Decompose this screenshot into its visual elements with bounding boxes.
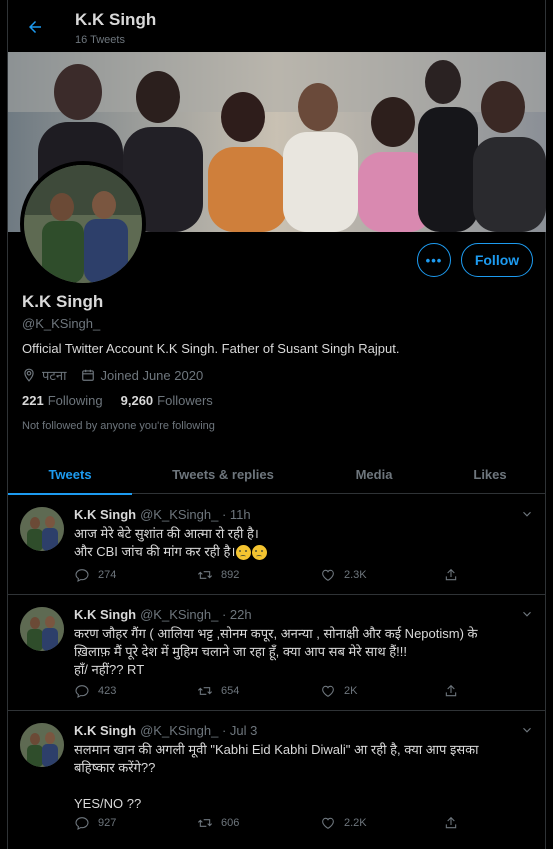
share-icon <box>445 816 457 829</box>
reply-count: 927 <box>98 817 117 829</box>
share-button[interactable] <box>443 683 473 699</box>
heart-icon <box>322 569 334 581</box>
following-link[interactable]: 221 Following <box>22 393 103 408</box>
reply-icon <box>75 817 89 830</box>
tweet-line <box>74 777 529 795</box>
tweet-author[interactable]: K.K Singh <box>74 607 136 622</box>
share-button[interactable] <box>443 815 473 831</box>
tweet-line: आज मेरे बेटे सुशांत की आत्मा रो रही है। <box>74 526 259 541</box>
reply-button[interactable]: 274 <box>74 567 197 583</box>
tweet-author[interactable]: K.K Singh <box>74 507 136 522</box>
tweet-item[interactable]: K.K Singh @K_KSingh_ · 22h करण जौहर गैंग … <box>8 595 546 711</box>
tweet-text: करण जौहर गैंग ( आलिया भट्ट ,सोनम कपूर, अ… <box>74 625 529 679</box>
tab-tweets-replies[interactable]: Tweets & replies <box>132 454 314 494</box>
chevron-down-icon[interactable] <box>520 723 534 737</box>
following-count: 221 <box>22 393 44 408</box>
tweet-line: और CBI जांच की मांग कर रही है। <box>74 543 529 561</box>
heart-icon <box>322 817 334 829</box>
tweet-line: YES/NO ?? <box>74 796 142 811</box>
tweet-header: K.K Singh @K_KSingh_ · 22h <box>74 607 252 622</box>
more-options-button[interactable]: ••• <box>417 243 451 277</box>
like-button[interactable]: 2.2K <box>320 815 443 831</box>
like-button[interactable]: 2K <box>320 683 443 699</box>
profile-avatar[interactable] <box>20 161 146 287</box>
tweet-count: 16 Tweets <box>75 34 125 46</box>
followers-count: 9,260 <box>120 393 154 408</box>
tab-media[interactable]: Media <box>314 454 434 494</box>
reply-button[interactable]: 423 <box>74 683 197 699</box>
retweet-count: 606 <box>221 817 240 829</box>
profile-meta: पटना Joined June 2020 <box>22 366 203 384</box>
retweet-button[interactable]: 606 <box>197 815 320 831</box>
not-followed-note: Not followed by anyone you're following <box>22 420 215 432</box>
like-count: 2K <box>344 685 358 697</box>
profile-bio: Official Twitter Account K.K Singh. Fath… <box>22 341 400 356</box>
header-name: K.K Singh <box>75 10 157 29</box>
chevron-down-icon[interactable] <box>520 607 534 621</box>
reply-button[interactable]: 927 <box>74 815 197 831</box>
like-count: 2.3K <box>344 569 367 581</box>
like-button[interactable]: 2.3K <box>320 567 443 583</box>
retweet-button[interactable]: 892 <box>197 567 320 583</box>
followers-label: Followers <box>157 393 213 408</box>
profile-stats: 221 Following 9,260 Followers <box>22 393 213 408</box>
crying-face-emoji <box>252 545 268 561</box>
reply-icon <box>75 685 89 698</box>
tweet-header: K.K Singh @K_KSingh_ · Jul 3 <box>74 723 257 738</box>
retweet-icon <box>197 687 213 695</box>
tab-tweets[interactable]: Tweets <box>8 454 132 495</box>
retweet-icon <box>197 571 213 579</box>
tweet-line: ख़िलाफ़ मैं पूरे देश में मुहिम चलाने जा … <box>74 644 407 659</box>
tweet-meta: @K_KSingh_ · 22h <box>140 607 252 622</box>
retweet-count: 654 <box>221 685 240 697</box>
profile-header: K.K Singh 16 Tweets <box>8 0 545 52</box>
tweet-line: हाँ/ नहीं?? RT <box>74 662 145 677</box>
back-arrow-icon[interactable] <box>26 18 44 36</box>
tweet-text: सलमान खान की अगली मूवी "Kabhi Eid Kabhi … <box>74 741 529 813</box>
profile-page: K.K Singh 16 Tweets ••• Follow K.K Singh… <box>7 0 546 849</box>
retweet-count: 892 <box>221 569 240 581</box>
profile-joined: Joined June 2020 <box>100 367 204 383</box>
reply-count: 423 <box>98 685 117 697</box>
profile-tabs: Tweets Tweets & replies Media Likes <box>8 454 546 495</box>
followers-link[interactable]: 9,260 Followers <box>121 393 213 408</box>
crying-face-emoji <box>236 545 252 561</box>
profile-location: पटना <box>42 368 67 383</box>
share-icon <box>445 684 457 697</box>
tweet-meta: @K_KSingh_ · Jul 3 <box>140 723 258 738</box>
retweet-button[interactable]: 654 <box>197 683 320 699</box>
retweet-icon <box>197 819 213 827</box>
tab-likes[interactable]: Likes <box>434 454 546 494</box>
heart-icon <box>322 685 334 697</box>
tweet-item[interactable]: K.K Singh @K_KSingh_ · 11h आज मेरे बेटे स… <box>8 495 546 595</box>
calendar-icon <box>81 369 94 381</box>
share-button[interactable] <box>443 567 473 583</box>
chevron-down-icon[interactable] <box>520 507 534 521</box>
share-icon <box>445 568 457 581</box>
tweet-header: K.K Singh @K_KSingh_ · 11h <box>74 507 251 522</box>
tweet-actions: 423 654 2K <box>74 683 474 699</box>
reply-count: 274 <box>98 569 117 581</box>
profile-name: K.K Singh <box>22 292 104 311</box>
tweet-avatar[interactable] <box>20 723 64 767</box>
tweet-line: बहिष्कार करेंगे?? <box>74 760 156 775</box>
tweet-item[interactable]: K.K Singh @K_KSingh_ · Jul 3 सलमान खान की… <box>8 711 546 849</box>
location-icon <box>24 368 34 382</box>
tweet-author[interactable]: K.K Singh <box>74 723 136 738</box>
following-label: Following <box>47 393 103 408</box>
reply-icon <box>75 569 89 582</box>
tweet-text: आज मेरे बेटे सुशांत की आत्मा रो रही है। … <box>74 525 529 561</box>
like-count: 2.2K <box>344 817 367 829</box>
tweet-avatar[interactable] <box>20 607 64 651</box>
tweet-actions: 274 892 2.3K <box>74 567 474 583</box>
follow-button[interactable]: Follow <box>461 243 533 277</box>
profile-handle: @K_KSingh_ <box>22 316 101 331</box>
tweet-line: करण जौहर गैंग ( आलिया भट्ट ,सोनम कपूर, अ… <box>74 626 478 641</box>
tweet-actions: 927 606 2.2K <box>74 815 474 831</box>
tweet-meta: @K_KSingh_ · 11h <box>140 507 251 522</box>
tweet-line: सलमान खान की अगली मूवी "Kabhi Eid Kabhi … <box>74 742 479 757</box>
tweet-avatar[interactable] <box>20 507 64 551</box>
